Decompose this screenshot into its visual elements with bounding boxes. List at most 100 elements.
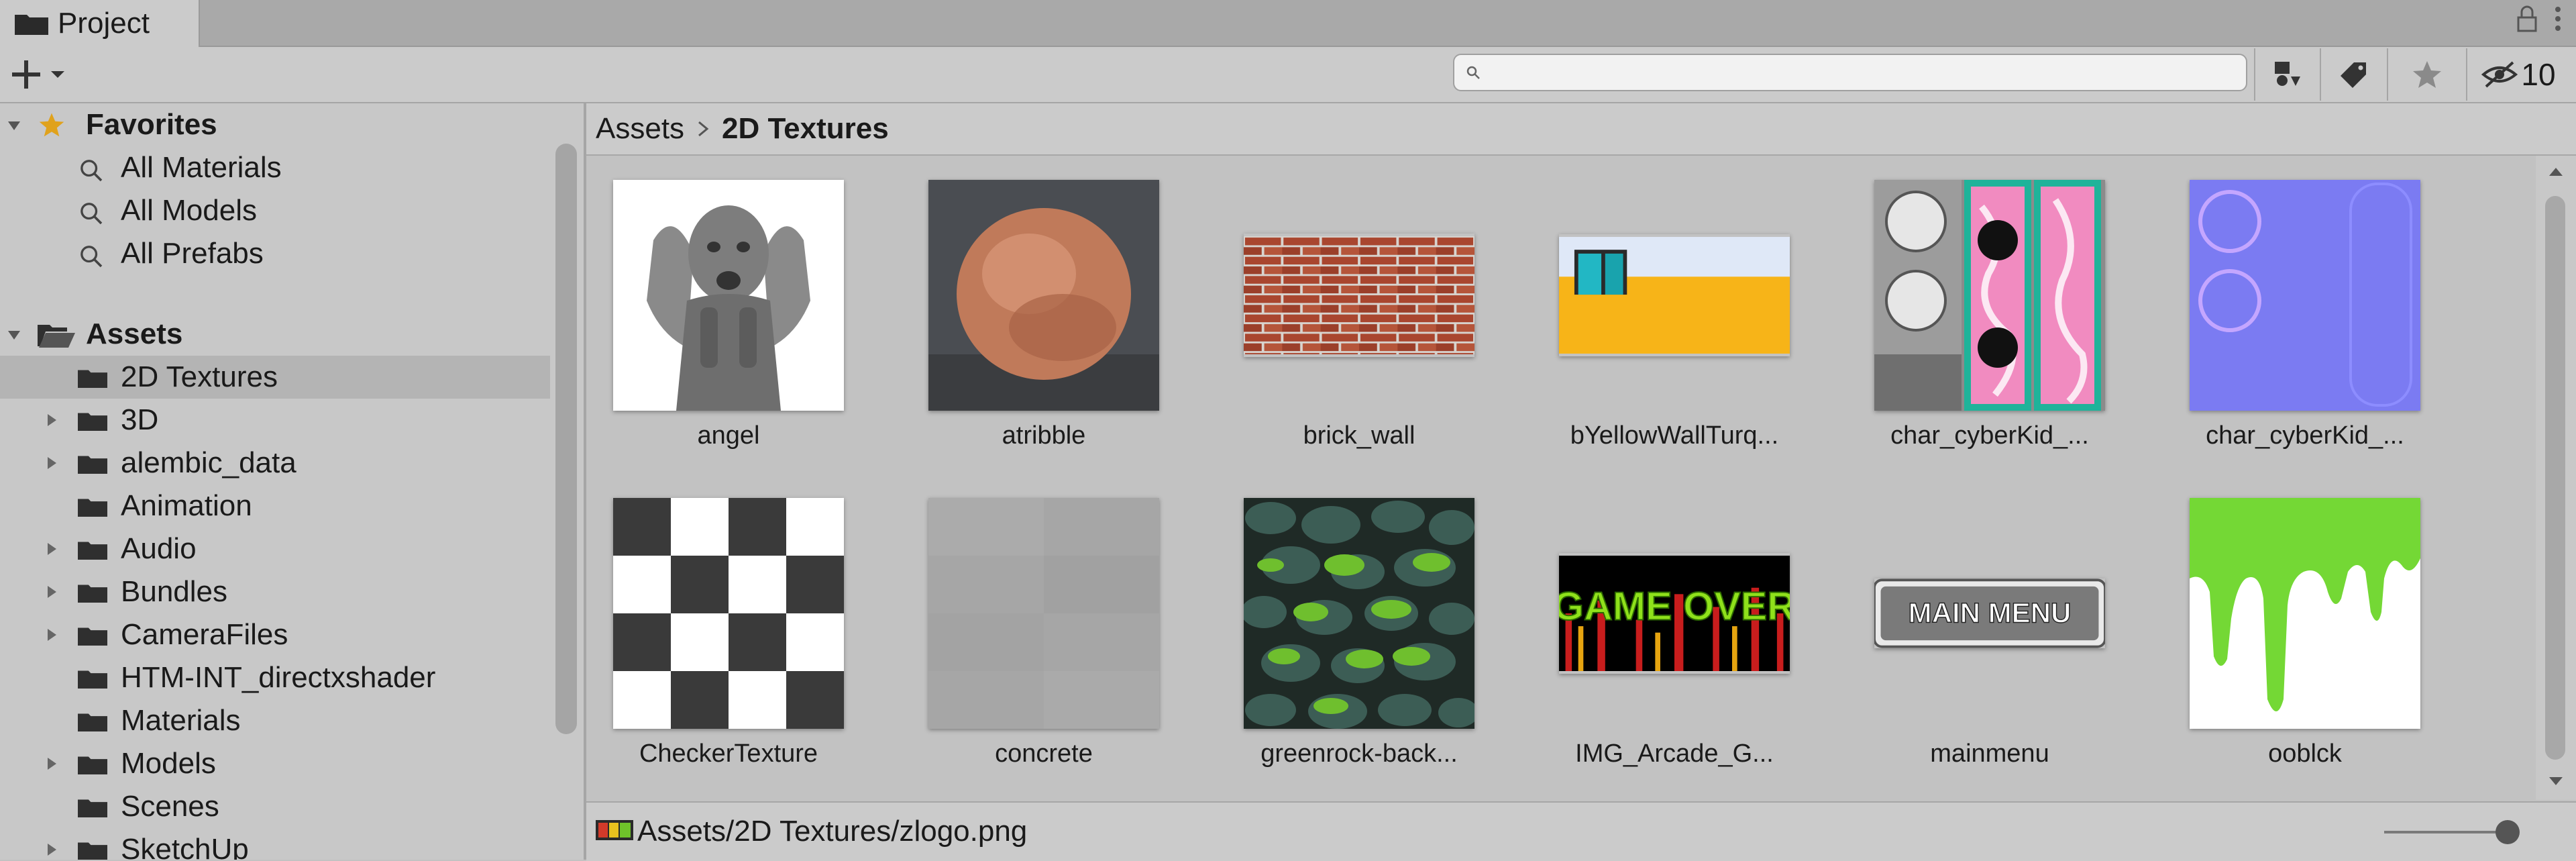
- folder-label: 3D: [121, 403, 159, 436]
- asset-thumbnail[interactable]: [1244, 180, 1474, 411]
- tree-folder-bundles[interactable]: Bundles: [0, 570, 550, 613]
- slime-thumbnail-icon: [2190, 498, 2420, 729]
- yellow-wall-thumbnail-icon: [1559, 237, 1790, 354]
- expand-arrow-down-icon[interactable]: [7, 327, 21, 342]
- asset-grid-scrollbar[interactable]: [2536, 156, 2576, 800]
- asset-item[interactable]: ooblck: [2163, 474, 2420, 769]
- asset-item[interactable]: atribble: [902, 156, 1159, 451]
- tree-folder-materials[interactable]: Materials: [0, 699, 550, 742]
- tree-folder-models[interactable]: Models: [0, 742, 550, 785]
- expand-arrow-right-icon[interactable]: [44, 585, 59, 599]
- asset-item[interactable]: GAME OVER IMG_Arcade_G...: [1532, 474, 1790, 769]
- asset-thumbnail[interactable]: [928, 180, 1159, 411]
- asset-grid: angel atribble brick_wall bYellowWallTur…: [586, 156, 2532, 800]
- search-icon: [80, 203, 103, 225]
- expand-arrow-right-icon[interactable]: [44, 627, 59, 642]
- tree-favorite-all-prefabs[interactable]: All Prefabs: [0, 232, 550, 275]
- tree-favorite-all-models[interactable]: All Models: [0, 189, 550, 232]
- breadcrumb-assets[interactable]: Assets: [596, 112, 684, 146]
- asset-item[interactable]: char_cyberKid_...: [1847, 156, 2105, 451]
- breadcrumb: Assets 2D Textures: [586, 103, 2576, 156]
- lock-icon[interactable]: [2516, 4, 2538, 34]
- scroll-down-arrow-icon[interactable]: [2548, 776, 2564, 788]
- expand-arrow-right-icon[interactable]: [44, 756, 59, 771]
- search-by-type-button[interactable]: [2254, 48, 2320, 101]
- favorites-button[interactable]: [2387, 48, 2466, 101]
- expand-arrow-right-icon[interactable]: [44, 413, 59, 427]
- tree-folder-3d[interactable]: 3D: [0, 399, 550, 442]
- folder-tree-panel: Favorites All Materials All Models All P…: [0, 103, 586, 860]
- scroll-up-arrow-icon[interactable]: [2548, 165, 2564, 177]
- asset-thumbnail[interactable]: [2190, 180, 2420, 411]
- asset-item[interactable]: brick_wall: [1217, 156, 1474, 451]
- search-by-label-button[interactable]: [2320, 48, 2387, 101]
- folder-icon: [78, 585, 107, 603]
- main-menu-thumbnail-icon: MAIN MENU: [1874, 578, 2105, 648]
- expand-arrow-right-icon[interactable]: [44, 542, 59, 556]
- folder-label: 2D Textures: [121, 360, 278, 393]
- tree-folder-animation[interactable]: Animation: [0, 485, 550, 527]
- tribble-thumbnail-icon: [928, 180, 1159, 411]
- normal-map-thumbnail-icon: [2190, 180, 2420, 411]
- asset-thumbnail[interactable]: [613, 180, 844, 411]
- folder-label: Audio: [121, 532, 197, 565]
- asset-item[interactable]: CheckerTexture: [586, 474, 844, 769]
- asset-label: greenrock-back...: [1260, 740, 1458, 768]
- favorite-label: All Materials: [121, 151, 282, 184]
- tree-folder-2d-textures[interactable]: 2D Textures: [0, 356, 550, 399]
- expand-arrow-right-icon[interactable]: [44, 842, 59, 857]
- asset-item[interactable]: bYellowWallTurq...: [1532, 156, 1790, 451]
- asset-item[interactable]: char_cyberKid_...: [2163, 156, 2420, 451]
- tree-folder-camerafiles[interactable]: CameraFiles: [0, 613, 550, 656]
- asset-item[interactable]: concrete: [902, 474, 1159, 769]
- asset-label: bYellowWallTurq...: [1570, 421, 1779, 450]
- star-icon: [2413, 61, 2441, 88]
- folder-label: Animation: [121, 489, 252, 522]
- asset-item[interactable]: greenrock-back...: [1217, 474, 1474, 769]
- green-rock-thumbnail-icon: [1244, 498, 1474, 729]
- tree-scrollbar[interactable]: [550, 103, 584, 860]
- asset-thumbnail[interactable]: [2190, 498, 2420, 729]
- folder-icon: [78, 370, 107, 388]
- asset-label: CheckerTexture: [639, 740, 818, 768]
- asset-thumbnail[interactable]: [1559, 180, 1790, 411]
- tab-project[interactable]: Project: [0, 0, 200, 47]
- tree-folder-sketchup[interactable]: SketchUp: [0, 828, 550, 860]
- asset-browser-panel: Assets 2D Textures angel atribble brick_…: [586, 103, 2576, 861]
- asset-thumbnail[interactable]: [1244, 498, 1474, 729]
- folder-label: Scenes: [121, 790, 219, 823]
- asset-thumbnail[interactable]: GAME OVER: [1559, 498, 1790, 729]
- tree-folder-alembic-data[interactable]: alembic_data: [0, 442, 550, 485]
- breadcrumb-current[interactable]: 2D Textures: [722, 112, 889, 146]
- thumbnail-size-slider-handle[interactable]: [2496, 820, 2520, 844]
- asset-thumbnail[interactable]: [613, 498, 844, 729]
- asset-item[interactable]: MAIN MENU mainmenu: [1847, 474, 2105, 769]
- folder-icon: [78, 413, 107, 431]
- more-options-icon[interactable]: [2553, 4, 2563, 34]
- expand-arrow-down-icon[interactable]: [7, 118, 21, 133]
- folder-icon: [78, 799, 107, 817]
- filter-by-type-icon: [2275, 62, 2300, 86]
- favorite-label: All Models: [121, 194, 257, 227]
- asset-item[interactable]: angel: [586, 156, 844, 451]
- search-icon: [80, 160, 103, 182]
- asset-grid-scrollbar-thumb[interactable]: [2545, 196, 2565, 760]
- expand-arrow-right-icon[interactable]: [44, 456, 59, 470]
- tree-scrollbar-thumb[interactable]: [555, 144, 577, 734]
- tree-assets-header[interactable]: Assets: [0, 313, 550, 356]
- asset-thumbnail[interactable]: MAIN MENU: [1874, 498, 2105, 729]
- tree-folder-scenes[interactable]: Scenes: [0, 785, 550, 828]
- asset-label: angel: [697, 421, 760, 450]
- tree-folder-htm-int-directxshader[interactable]: HTM-INT_directxshader: [0, 656, 550, 699]
- tree-favorites-header[interactable]: Favorites: [0, 103, 550, 146]
- thumbnail-size-slider[interactable]: [2384, 831, 2512, 833]
- search-input[interactable]: [1453, 54, 2247, 91]
- asset-thumbnail[interactable]: [1874, 180, 2105, 411]
- checker-thumbnail-icon: [613, 498, 844, 729]
- hidden-packages-button[interactable]: 10: [2466, 48, 2569, 101]
- add-button[interactable]: [9, 52, 76, 97]
- tree-folder-audio[interactable]: Audio: [0, 527, 550, 570]
- tree-favorite-all-materials[interactable]: All Materials: [0, 146, 550, 189]
- tab-controls: [2516, 4, 2563, 34]
- asset-thumbnail[interactable]: [928, 498, 1159, 729]
